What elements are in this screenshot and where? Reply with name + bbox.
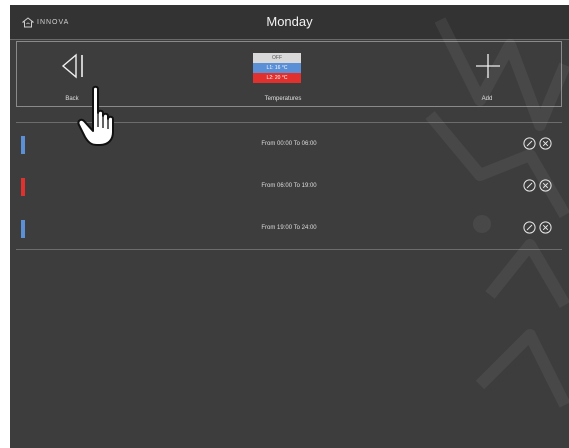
schedule-row[interactable]: From 19:00 To 24:00: [16, 207, 562, 250]
row-actions: [523, 137, 552, 150]
row-actions: [523, 221, 552, 234]
top-bar: INNOVA Monday: [10, 5, 569, 40]
edit-icon[interactable]: [523, 137, 536, 150]
temperature-level-2: L2: 20 °C: [253, 73, 301, 83]
row-actions: [523, 179, 552, 192]
plus-icon: [476, 54, 500, 78]
app-screen: INNOVA Monday Back OFF L1: 16 °C L2: 20 …: [10, 5, 569, 448]
temperature-level-1: L1: 16 °C: [253, 63, 301, 73]
add-button[interactable]: Add: [465, 42, 509, 108]
temperature-level-off: OFF: [253, 53, 301, 63]
add-label: Add: [481, 96, 493, 102]
delete-icon[interactable]: [539, 137, 552, 150]
edit-icon[interactable]: [523, 221, 536, 234]
back-arrow-icon: [61, 53, 83, 79]
time-range: From 06:00 To 19:00: [261, 183, 317, 189]
edit-icon[interactable]: [523, 179, 536, 192]
delete-icon[interactable]: [539, 179, 552, 192]
time-range: From 19:00 To 24:00: [261, 225, 317, 231]
temperatures-label: Temperatures: [264, 96, 302, 102]
temperatures-button[interactable]: OFF L1: 16 °C L2: 20 °C Temperatures: [243, 42, 323, 108]
page-title: Monday: [266, 14, 313, 29]
temperature-legend: OFF L1: 16 °C L2: 20 °C: [253, 53, 301, 83]
pointing-hand-cursor-icon: [77, 85, 114, 146]
delete-icon[interactable]: [539, 221, 552, 234]
schedule-row[interactable]: From 06:00 To 19:00: [16, 165, 562, 207]
